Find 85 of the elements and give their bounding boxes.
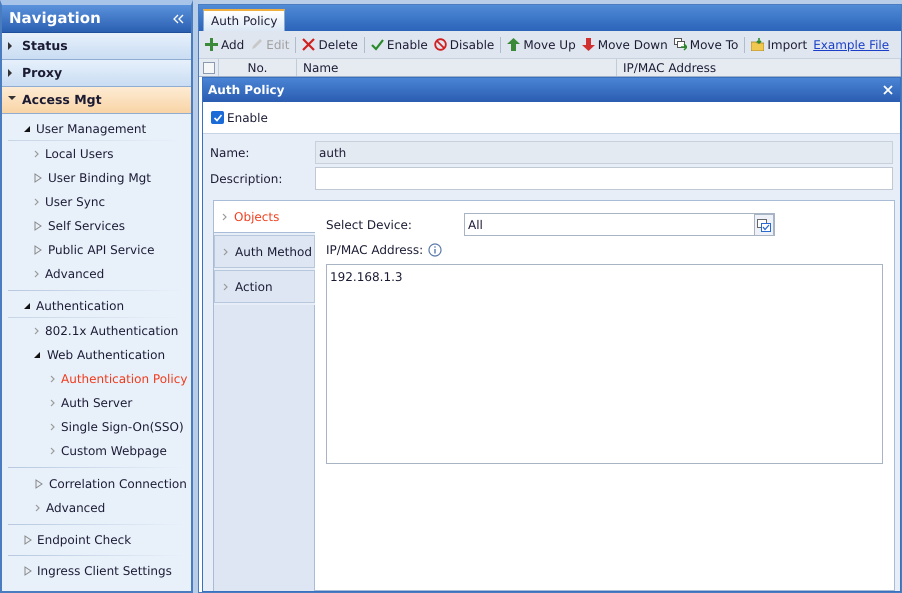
tree-item[interactable]: Single Sign-On(SSO) bbox=[2, 415, 191, 439]
tree-item[interactable]: Correlation Connection bbox=[2, 472, 191, 496]
chevron-icon bbox=[50, 375, 55, 383]
collapsed-triangle-icon bbox=[24, 535, 32, 545]
expanded-triangle-icon bbox=[24, 302, 31, 310]
close-icon bbox=[883, 85, 893, 95]
chevron-icon bbox=[50, 447, 55, 455]
checkmark-icon bbox=[212, 112, 222, 122]
close-button[interactable] bbox=[881, 83, 895, 97]
field-label: IP/MAC Address: bbox=[326, 242, 424, 259]
chevron-icon bbox=[50, 423, 55, 431]
side-tab[interactable]: Auth Method bbox=[214, 235, 315, 268]
check-icon bbox=[370, 38, 384, 51]
chevron-icon bbox=[222, 212, 227, 220]
collapse-icon bbox=[173, 14, 184, 24]
down-button[interactable]: Move Down bbox=[582, 36, 668, 54]
enable-button[interactable]: Enable bbox=[370, 36, 428, 54]
description-field[interactable] bbox=[315, 167, 893, 190]
stacked-windows-icon bbox=[674, 38, 687, 51]
arrow-down-icon bbox=[582, 38, 595, 51]
plus-icon bbox=[205, 38, 218, 51]
folder-icon bbox=[751, 38, 764, 51]
navigation-section[interactable]: Proxy bbox=[2, 60, 191, 87]
collapsed-triangle-icon bbox=[24, 566, 32, 576]
ip-mac-address-field[interactable]: 192.168.1.3 bbox=[326, 264, 883, 464]
example-file-link[interactable]: Example File bbox=[813, 36, 890, 54]
chevron-icon bbox=[223, 248, 228, 256]
import-button[interactable]: Import bbox=[751, 36, 808, 54]
tree-item[interactable]: Self Services bbox=[2, 214, 191, 238]
select-all-checkbox[interactable] bbox=[202, 62, 214, 74]
expanded-triangle-icon bbox=[24, 125, 31, 133]
collapsed-triangle-icon bbox=[34, 221, 42, 231]
field-label: Name: bbox=[210, 144, 250, 162]
tree-group[interactable]: User Management bbox=[2, 118, 191, 140]
chevron-icon bbox=[34, 150, 39, 158]
name-field[interactable]: auth bbox=[315, 141, 893, 164]
enable-label: Enable bbox=[227, 110, 268, 126]
collapsed-triangle-icon bbox=[35, 479, 43, 489]
tree-group[interactable]: Endpoint Check bbox=[2, 529, 191, 551]
column-header[interactable]: Name bbox=[297, 59, 617, 76]
chevron-icon bbox=[223, 282, 228, 290]
chevron-icon bbox=[34, 270, 39, 278]
tree-item[interactable]: Advanced bbox=[2, 496, 191, 520]
add-button[interactable]: Add bbox=[205, 36, 244, 54]
collapsed-triangle-icon bbox=[34, 173, 42, 183]
tree-item[interactable]: Web Authentication bbox=[2, 343, 191, 367]
navigation-section[interactable]: Access Mgt bbox=[2, 87, 191, 114]
navigation-title: Navigation bbox=[9, 8, 101, 30]
tree-item[interactable]: 802.1x Authentication bbox=[2, 319, 191, 343]
tree-group[interactable]: Authentication bbox=[2, 295, 191, 317]
tree-item[interactable]: Local Users bbox=[2, 142, 191, 166]
no-entry-icon bbox=[434, 38, 447, 51]
field-label: Description: bbox=[210, 170, 284, 188]
side-tab[interactable]: Objects bbox=[214, 200, 315, 233]
tree-item[interactable]: User Binding Mgt bbox=[2, 166, 191, 190]
column-header[interactable]: No. bbox=[219, 59, 297, 76]
tree-item[interactable]: Public API Service bbox=[2, 238, 191, 262]
tree-item[interactable]: User Sync bbox=[2, 190, 191, 214]
navigation-section[interactable]: Status bbox=[2, 33, 191, 60]
arrow-up-icon bbox=[507, 38, 520, 51]
pencil-icon bbox=[250, 38, 264, 51]
chevron-icon bbox=[34, 198, 39, 206]
x-icon bbox=[302, 38, 316, 51]
chevron-icon bbox=[34, 327, 39, 335]
select-picker-icon bbox=[754, 214, 774, 236]
dialog-title: Auth Policy bbox=[208, 82, 284, 99]
info-icon bbox=[428, 243, 442, 257]
tree-item[interactable]: Auth Server bbox=[2, 391, 191, 415]
column-header[interactable]: IP/MAC Address bbox=[617, 59, 901, 76]
tab[interactable]: Auth Policy bbox=[203, 9, 286, 31]
delete-button[interactable]: Delete bbox=[302, 36, 358, 54]
chevron-icon bbox=[35, 504, 40, 512]
chevron-icon bbox=[50, 399, 55, 407]
field-label: Select Device: bbox=[326, 216, 413, 234]
expanded-triangle-icon bbox=[34, 351, 41, 359]
collapsed-triangle-icon bbox=[34, 245, 42, 255]
device-select[interactable]: All bbox=[464, 213, 775, 236]
up-button[interactable]: Move Up bbox=[507, 36, 576, 54]
tree-item[interactable]: Custom Webpage bbox=[2, 439, 191, 463]
moveto-button[interactable]: Move To bbox=[674, 36, 738, 54]
tree-item[interactable]: Advanced bbox=[2, 262, 191, 286]
disable-button[interactable]: Disable bbox=[434, 36, 494, 54]
enable-checkbox[interactable] bbox=[211, 111, 224, 124]
tree-group[interactable]: Ingress Client Settings bbox=[2, 560, 191, 582]
side-tab[interactable]: Action bbox=[214, 270, 315, 303]
